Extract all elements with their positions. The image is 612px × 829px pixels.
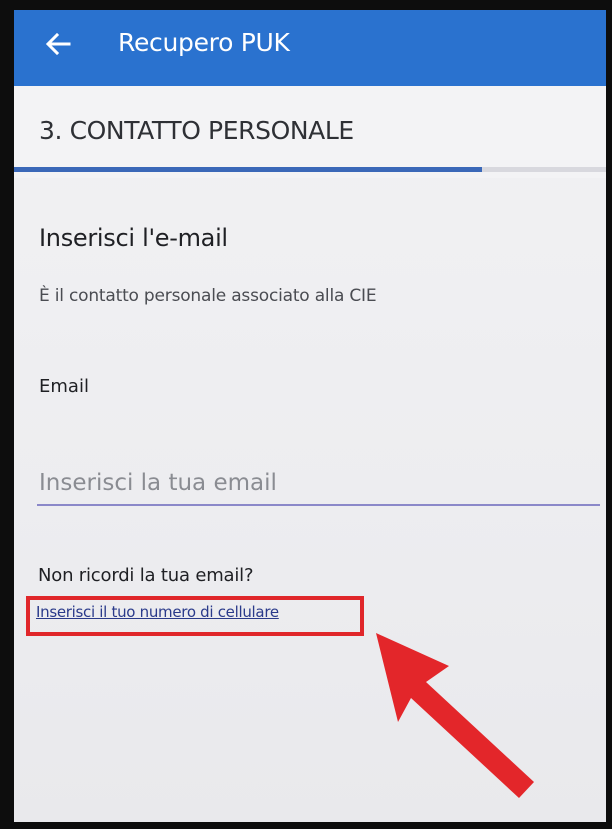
email-field-label: Email [39,376,89,397]
step-title: 3. CONTATTO PERSONALE [39,116,354,145]
forgot-email-text: Non ricordi la tua email? [38,565,254,586]
step-progress-fill [14,167,482,172]
highlight-box [26,596,364,636]
section-subtitle: È il contatto personale associato alla C… [39,286,377,306]
phone-screen: Recupero PUK 3. CONTATTO PERSONALE Inser… [14,10,606,822]
red-pointer-arrow-icon [376,633,534,798]
arrow-left-icon [45,33,71,55]
step-header: 3. CONTATTO PERSONALE [14,86,606,178]
email-input[interactable] [37,462,600,506]
app-bar: Recupero PUK [14,10,606,86]
app-title: Recupero PUK [118,28,290,57]
back-button[interactable] [38,26,78,62]
step-progress-bar [14,167,606,172]
section-title: Inserisci l'e-mail [39,224,228,252]
